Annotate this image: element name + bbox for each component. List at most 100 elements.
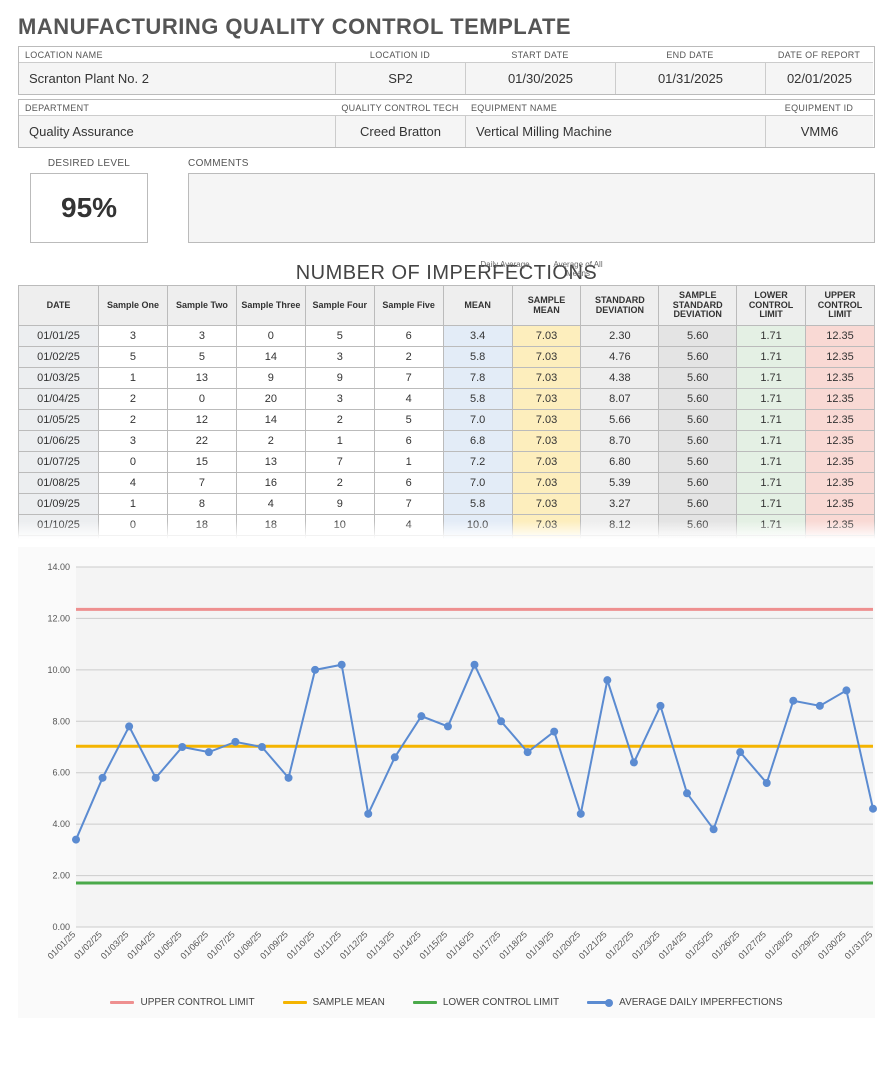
label-department: DEPARTMENT	[19, 100, 335, 115]
svg-text:0.00: 0.00	[52, 922, 70, 932]
table-cell: 5.39	[581, 473, 659, 494]
table-cell: 4	[374, 515, 443, 536]
svg-text:01/30/25: 01/30/25	[816, 929, 848, 961]
table-header: Sample Five	[374, 286, 443, 326]
table-cell: 13	[167, 536, 236, 540]
table-cell: 7.2	[443, 452, 512, 473]
table-cell: 12.35	[806, 389, 875, 410]
label-equipment-id: EQUIPMENT ID	[765, 100, 873, 115]
table-cell: 1.71	[737, 410, 806, 431]
table-cell: 16	[236, 473, 305, 494]
table-cell: 12.35	[806, 515, 875, 536]
table-cell: 12.35	[806, 410, 875, 431]
svg-text:2.00: 2.00	[52, 871, 70, 881]
table-cell: 7	[374, 368, 443, 389]
table-cell: 1.71	[737, 473, 806, 494]
svg-text:01/12/25: 01/12/25	[338, 929, 370, 961]
value-equipment-id[interactable]: VMM6	[765, 115, 873, 147]
svg-text:01/09/25: 01/09/25	[258, 929, 290, 961]
label-daily-average: Daily Average	[476, 261, 534, 270]
table-cell: 2	[305, 410, 374, 431]
svg-text:01/26/25: 01/26/25	[710, 929, 742, 961]
value-location-id[interactable]: SP2	[335, 62, 465, 94]
svg-text:01/04/25: 01/04/25	[125, 929, 157, 961]
table-cell: 12	[167, 410, 236, 431]
table-cell: 3	[167, 326, 236, 347]
table-cell: 7.03	[512, 389, 581, 410]
table-cell: 3.27	[581, 494, 659, 515]
table-cell: 1.71	[737, 368, 806, 389]
table-cell: 7.03	[512, 452, 581, 473]
table-header: STANDARD DEVIATION	[581, 286, 659, 326]
table-cell: 01/06/25	[19, 431, 99, 452]
table-cell: 5	[99, 347, 168, 368]
table-cell: 1.71	[737, 452, 806, 473]
table-cell: 5.60	[659, 326, 737, 347]
svg-text:8.00: 8.00	[52, 716, 70, 726]
label-equipment-name: EQUIPMENT NAME	[465, 100, 765, 115]
svg-text:01/22/25: 01/22/25	[603, 929, 635, 961]
svg-text:01/24/25: 01/24/25	[657, 929, 689, 961]
table-cell: 1	[374, 452, 443, 473]
svg-text:01/21/25: 01/21/25	[577, 929, 609, 961]
comments-input[interactable]	[188, 173, 875, 243]
table-row: 01/11/25113218810.27.037.405.601.7112.35	[19, 536, 875, 540]
svg-text:6.00: 6.00	[52, 768, 70, 778]
table-cell: 1.71	[737, 326, 806, 347]
svg-text:4.00: 4.00	[52, 819, 70, 829]
table-row: 01/07/2501513717.27.036.805.601.7112.35	[19, 452, 875, 473]
table-cell: 1.71	[737, 494, 806, 515]
table-cell: 7.03	[512, 410, 581, 431]
table-cell: 12.35	[806, 494, 875, 515]
value-start-date[interactable]: 01/30/2025	[465, 62, 615, 94]
value-location-name[interactable]: Scranton Plant No. 2	[19, 62, 335, 94]
svg-text:01/14/25: 01/14/25	[391, 929, 423, 961]
table-cell: 5.60	[659, 473, 737, 494]
table-cell: 20	[236, 389, 305, 410]
table-cell: 5.8	[443, 494, 512, 515]
legend-item: UPPER CONTROL LIMIT	[110, 997, 254, 1008]
table-cell: 9	[305, 368, 374, 389]
table-row: 01/09/25184975.87.033.275.601.7112.35	[19, 494, 875, 515]
table-cell: 7	[305, 452, 374, 473]
table-cell: 0	[99, 452, 168, 473]
table-cell: 5	[374, 410, 443, 431]
value-qc-tech[interactable]: Creed Bratton	[335, 115, 465, 147]
table-cell: 2	[374, 347, 443, 368]
svg-text:01/31/25: 01/31/25	[843, 929, 875, 961]
table-cell: 1	[305, 431, 374, 452]
table-cell: 9	[305, 494, 374, 515]
page-title: MANUFACTURING QUALITY CONTROL TEMPLATE	[18, 14, 875, 40]
table-cell: 5.60	[659, 410, 737, 431]
table-cell: 7.03	[512, 536, 581, 540]
table-cell: 8	[305, 536, 374, 540]
table-header: LOWER CONTROL LIMIT	[737, 286, 806, 326]
table-cell: 7.03	[512, 473, 581, 494]
table-cell: 12.35	[806, 536, 875, 540]
value-equipment-name[interactable]: Vertical Milling Machine	[465, 115, 765, 147]
imperfections-table: DATESample OneSample TwoSample ThreeSamp…	[18, 285, 875, 539]
table-cell: 5.60	[659, 347, 737, 368]
table-row: 01/08/254716267.07.035.395.601.7112.35	[19, 473, 875, 494]
table-cell: 1.71	[737, 347, 806, 368]
imperfections-table-scroll[interactable]: DATESample OneSample TwoSample ThreeSamp…	[18, 285, 875, 539]
table-cell: 01/02/25	[19, 347, 99, 368]
value-desired-level[interactable]: 95%	[30, 173, 148, 243]
table-cell: 18	[167, 515, 236, 536]
value-date-of-report[interactable]: 02/01/2025	[765, 62, 873, 94]
svg-text:01/05/25: 01/05/25	[152, 929, 184, 961]
table-row: 01/10/250181810410.07.038.125.601.7112.3…	[19, 515, 875, 536]
table-cell: 3	[305, 389, 374, 410]
label-qc-tech: QUALITY CONTROL TECH	[335, 100, 465, 115]
legend-item: AVERAGE DAILY IMPERFECTIONS	[587, 997, 782, 1008]
table-cell: 18	[236, 515, 305, 536]
table-cell: 6.80	[581, 452, 659, 473]
table-cell: 5.60	[659, 536, 737, 540]
table-header: MEAN	[443, 286, 512, 326]
value-department[interactable]: Quality Assurance	[19, 115, 335, 147]
value-end-date[interactable]: 01/31/2025	[615, 62, 765, 94]
label-desired-level: DESIRED LEVEL	[30, 158, 148, 169]
table-cell: 5.60	[659, 494, 737, 515]
table-cell: 9	[236, 368, 305, 389]
table-cell: 2	[99, 410, 168, 431]
